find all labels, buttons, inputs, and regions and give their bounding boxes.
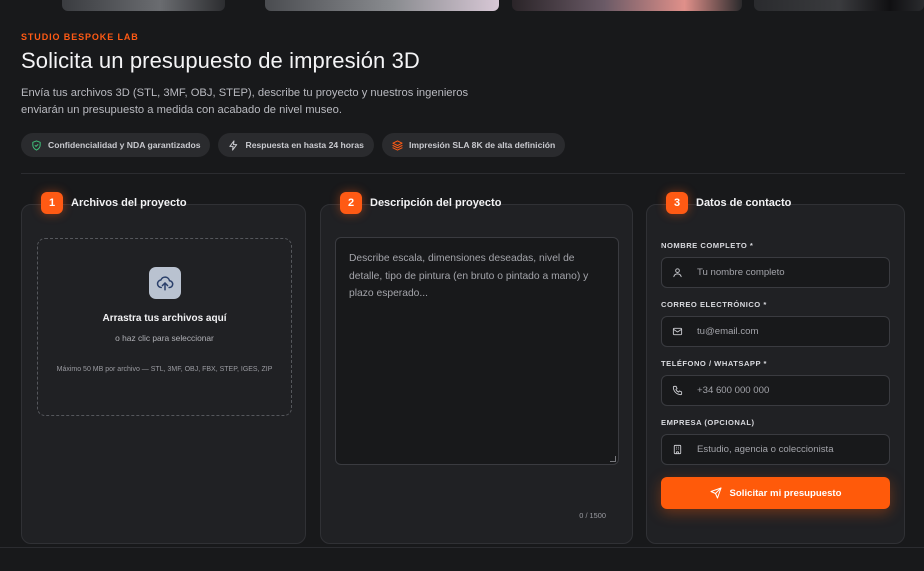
gallery-strip (0, 0, 924, 11)
description-textarea[interactable]: Describe escala, dimensiones deseadas, n… (335, 237, 619, 465)
lightning-icon (229, 139, 238, 151)
page-intro: Envía tus archivos 3D (STL, 3MF, OBJ, ST… (21, 87, 469, 116)
badge-nda: Confidencialidad y NDA garantizados (21, 133, 211, 157)
shield-check-icon (32, 139, 41, 151)
feature-badges: Confidencialidad y NDA garantizados Resp… (21, 133, 901, 157)
badge-label: Confidencialidad y NDA garantizados (48, 140, 201, 150)
footer-divider (0, 547, 924, 548)
gallery-thumbnail[interactable] (512, 0, 742, 11)
gallery-thumbnail[interactable] (62, 0, 225, 11)
page-title: Solicita un presupuesto de impresión 3D (21, 48, 420, 73)
gallery-thumbnail[interactable] (265, 0, 499, 11)
files-panel: Arrastra tus archivos aquí o haz clic pa… (21, 204, 306, 544)
building-icon (673, 444, 682, 455)
step-number: 3 (666, 192, 688, 214)
phone-input[interactable] (697, 385, 877, 396)
page-header: STUDIO BESPOKE LAB Solicita un presupues… (21, 32, 901, 157)
badge-label: Impresión SLA 8K de alta definición (408, 140, 556, 150)
description-panel: Describe escala, dimensiones deseadas, n… (320, 204, 633, 544)
gallery-thumbnail[interactable] (754, 0, 924, 11)
step-description: 2 Descripción del proyecto (340, 192, 501, 214)
step-number: 1 (41, 192, 63, 214)
step-label: Archivos del proyecto (71, 197, 187, 209)
resize-handle[interactable] (610, 456, 616, 462)
company-input[interactable] (697, 444, 877, 455)
send-icon (710, 487, 722, 499)
dropzone-title: Arrastra tus archivos aquí (102, 313, 227, 324)
phone-icon (672, 385, 683, 396)
dropzone-subtitle: o haz clic para seleccionar (115, 333, 214, 343)
email-label: CORREO ELECTRÓNICO * (661, 300, 767, 309)
upload-cloud-icon (148, 267, 181, 299)
email-field[interactable] (661, 316, 890, 347)
phone-field[interactable] (661, 375, 890, 406)
step-number: 2 (340, 192, 362, 214)
name-field[interactable] (661, 257, 890, 288)
badge-label: Respuesta en hasta 24 horas (245, 140, 364, 150)
step-contact: 3 Datos de contacto (666, 192, 791, 214)
name-input[interactable] (697, 267, 877, 278)
submit-quote-button[interactable]: Solicitar mi presupuesto (661, 477, 890, 509)
user-icon (673, 268, 682, 278)
mail-icon (672, 327, 683, 336)
company-field[interactable] (661, 434, 890, 465)
section-divider (21, 173, 905, 174)
phone-label: TELÉFONO / WHATSAPP * (661, 359, 767, 368)
character-counter: 0 / 1500 (579, 511, 606, 520)
company-label: EMPRESA (OPCIONAL) (661, 418, 755, 427)
file-dropzone[interactable]: Arrastra tus archivos aquí o haz clic pa… (37, 238, 292, 416)
step-label: Datos de contacto (696, 197, 792, 209)
dropzone-hint: Máximo 50 MB por archivo — STL, 3MF, OBJ… (56, 366, 273, 373)
badge-response: Respuesta en hasta 24 horas (218, 133, 374, 157)
brand-eyebrow: STUDIO BESPOKE LAB (21, 32, 139, 42)
step-label: Descripción del proyecto (370, 197, 502, 209)
badge-sla: Impresión SLA 8K de alta definición (381, 133, 566, 157)
name-label: NOMBRE COMPLETO * (661, 241, 754, 250)
submit-label: Solicitar mi presupuesto (729, 487, 842, 499)
description-placeholder: Describe escala, dimensiones deseadas, n… (349, 253, 589, 299)
email-input[interactable] (697, 326, 877, 337)
step-files: 1 Archivos del proyecto (41, 192, 187, 214)
layers-icon (392, 139, 403, 151)
contact-panel: NOMBRE COMPLETO * CORREO ELECTRÓNICO * T… (646, 204, 905, 544)
